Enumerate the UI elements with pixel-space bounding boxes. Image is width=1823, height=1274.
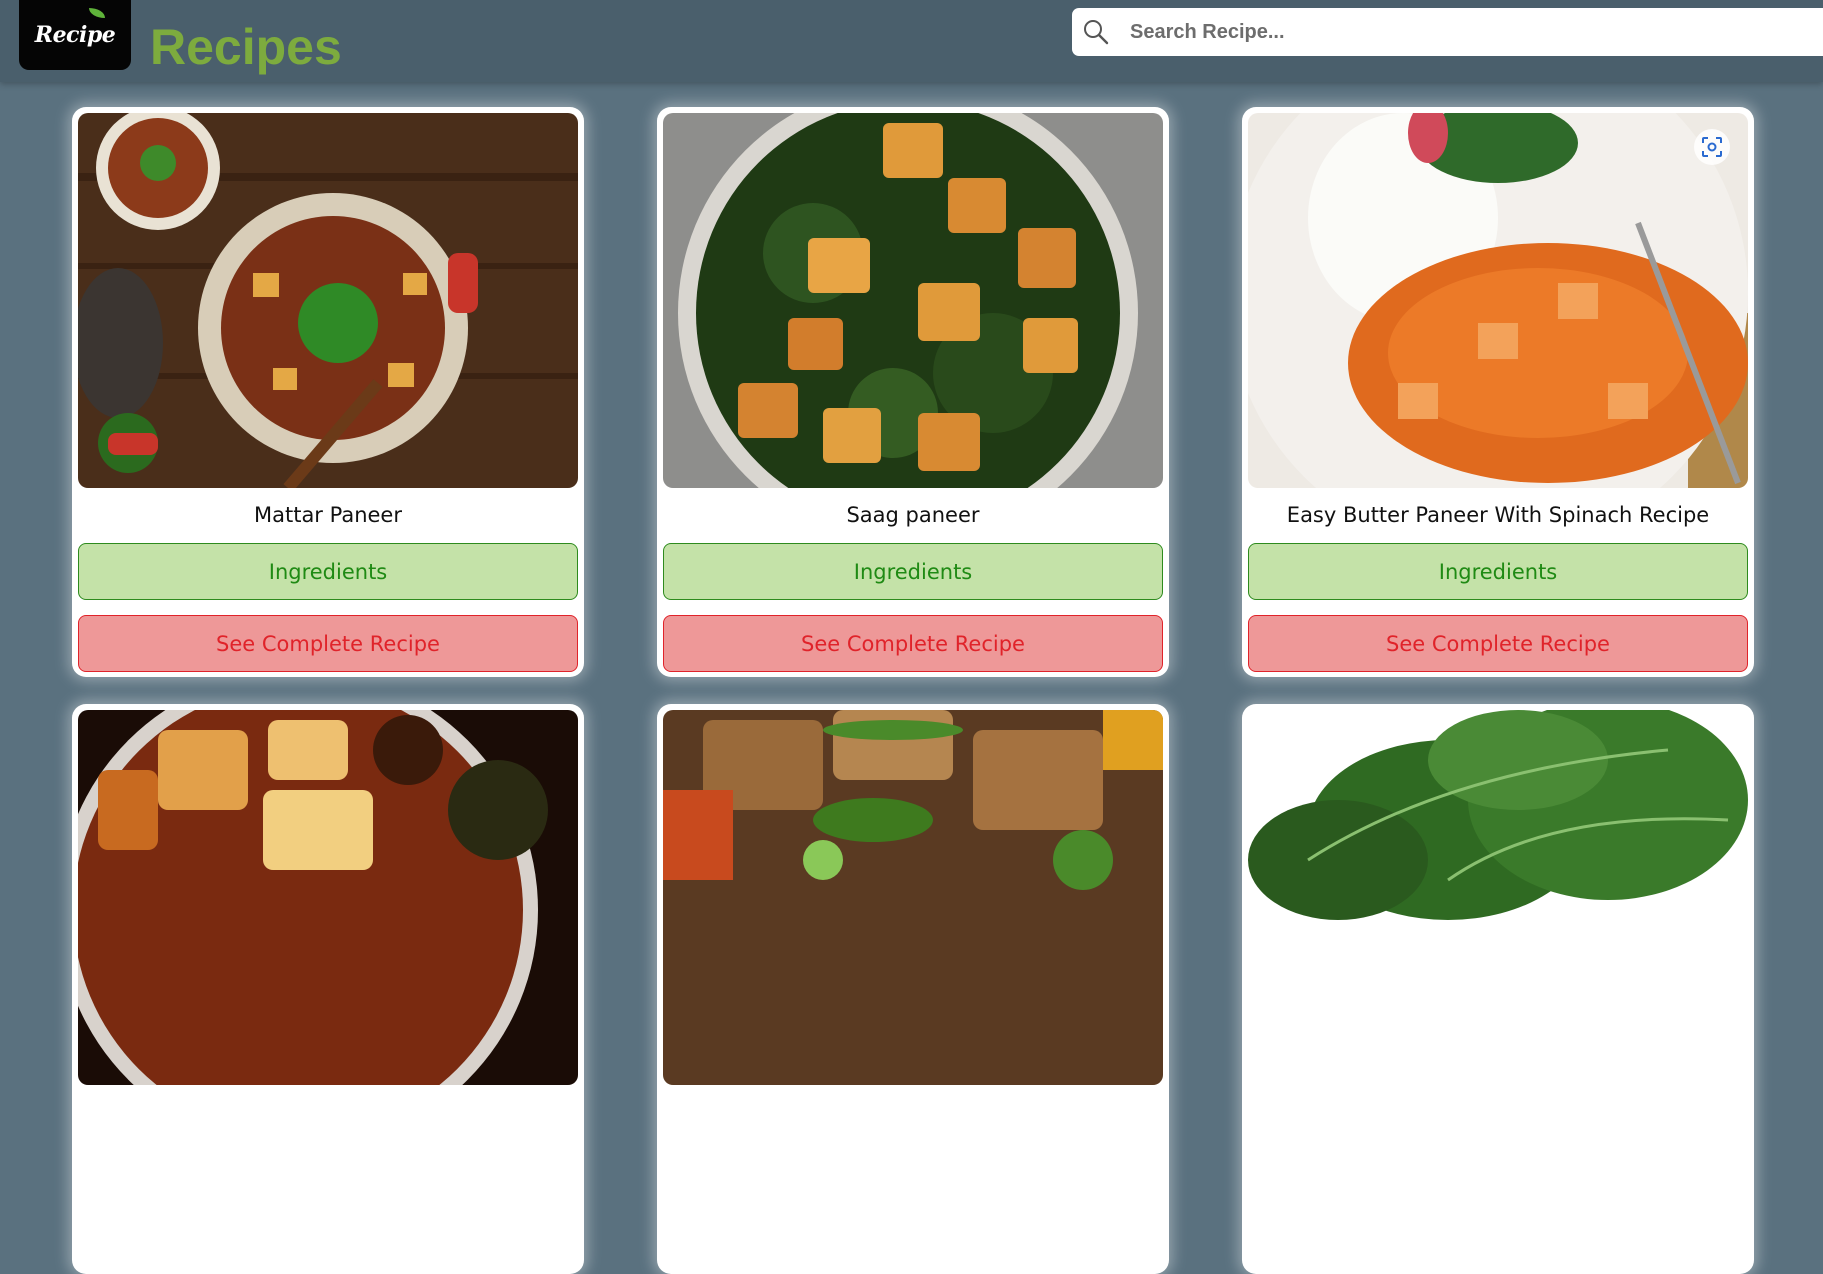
recipe-image (663, 710, 1163, 1085)
see-complete-recipe-button[interactable]: See Complete Recipe (78, 615, 578, 672)
recipe-card (657, 704, 1169, 1274)
recipe-title: Mattar Paneer (253, 503, 402, 527)
recipe-card: Mattar Paneer Ingredients See Complete R… (72, 107, 584, 677)
recipe-image (1248, 710, 1748, 1085)
see-complete-recipe-button[interactable]: See Complete Recipe (1248, 615, 1748, 672)
leaf-icon (89, 8, 105, 18)
search-input[interactable] (1130, 14, 1810, 50)
search-icon (1084, 20, 1109, 45)
see-complete-recipe-button[interactable]: See Complete Recipe (663, 615, 1163, 672)
recipe-card: Saag paneer Ingredients See Complete Rec… (657, 107, 1169, 677)
recipe-title: Easy Butter Paneer With Spinach Recipe (1286, 503, 1710, 527)
app-header: Recipe Recipes (0, 0, 1823, 82)
recipe-image (663, 113, 1163, 488)
search-bar[interactable] (1072, 8, 1823, 56)
recipe-title: Saag paneer (846, 503, 980, 527)
ingredients-button[interactable]: Ingredients (78, 543, 578, 600)
recipe-card (72, 704, 584, 1274)
page-title: Recipes (150, 19, 342, 75)
recipe-image (1248, 113, 1748, 488)
recipe-logo[interactable]: Recipe (19, 0, 131, 70)
ingredients-button[interactable]: Ingredients (663, 543, 1163, 600)
recipe-image (78, 113, 578, 488)
recipe-card (1242, 704, 1754, 1274)
recipe-card: Easy Butter Paneer With Spinach Recipe I… (1242, 107, 1754, 677)
ingredients-button[interactable]: Ingredients (1248, 543, 1748, 600)
recipe-image (78, 710, 578, 1085)
visual-search-icon[interactable] (1694, 129, 1730, 165)
logo-text: Recipe (34, 22, 116, 48)
